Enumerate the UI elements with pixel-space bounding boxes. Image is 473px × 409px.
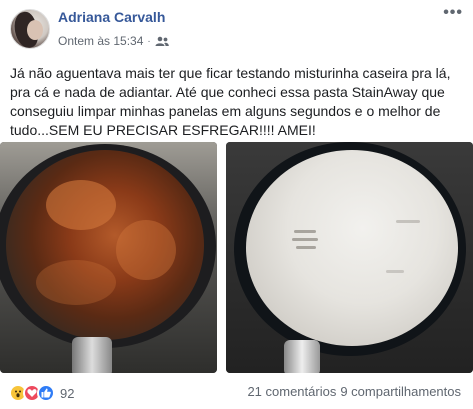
clean-pan-bottom [246, 150, 458, 346]
photo-before[interactable] [0, 142, 217, 373]
post-meta: Ontem às 15:34 · [58, 34, 169, 48]
burnt-pan-bottom [6, 150, 204, 340]
comments-count[interactable]: 21 comentários [247, 384, 336, 399]
avatar[interactable] [10, 9, 50, 49]
pan-handle [72, 337, 112, 373]
facebook-post: Adriana Carvalh Ontem às 15:34 · ••• Já … [0, 0, 473, 409]
meta-separator: · [147, 35, 151, 47]
like-icon [37, 384, 55, 402]
photo-after[interactable] [226, 142, 473, 373]
avatar-face [27, 20, 43, 40]
friends-icon [155, 36, 169, 46]
reactions-summary[interactable]: 92 [9, 384, 74, 402]
post-timestamp[interactable]: Ontem às 15:34 [58, 34, 143, 48]
photo-grid [0, 142, 473, 373]
reaction-count[interactable]: 92 [60, 386, 74, 401]
pan-handle [284, 340, 320, 373]
more-options-icon[interactable]: ••• [443, 4, 463, 22]
author-name[interactable]: Adriana Carvalh [58, 9, 165, 25]
shares-count[interactable]: 9 compartilhamentos [340, 384, 461, 399]
post-stats: 21 comentários 9 compartilhamentos [247, 384, 461, 399]
post-text: Já não aguentava mais ter que ficar test… [10, 65, 451, 138]
